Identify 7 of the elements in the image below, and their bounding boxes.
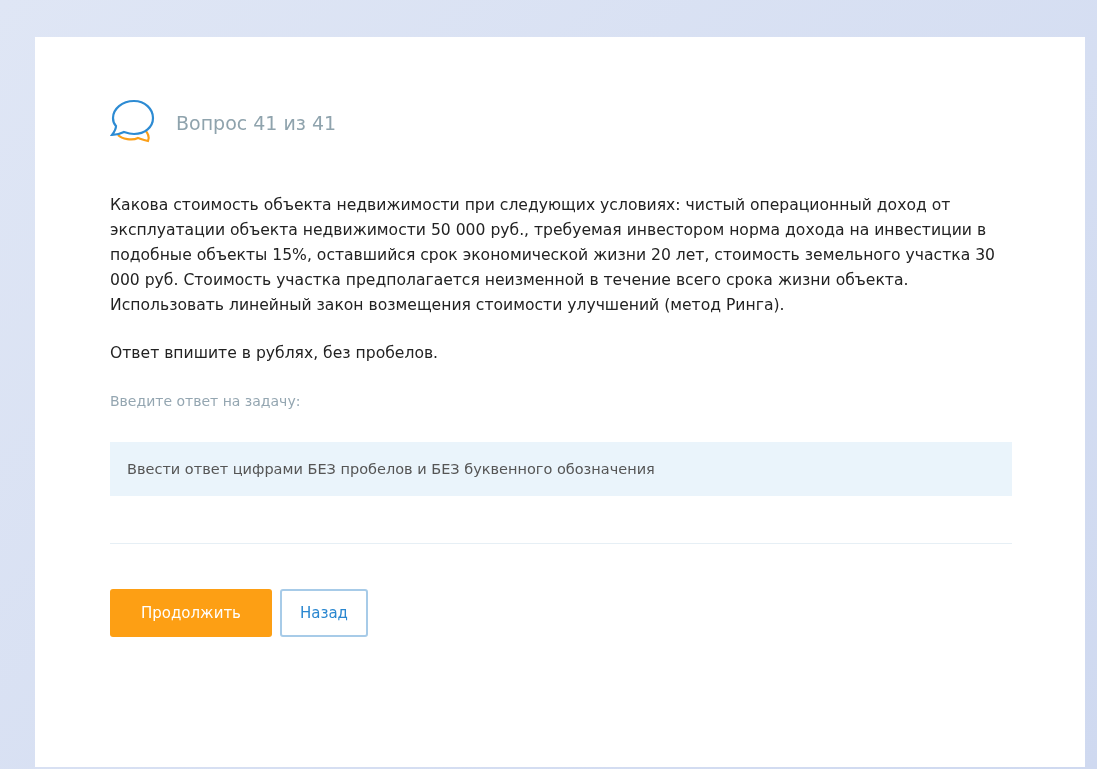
back-button[interactable]: Назад [279, 589, 368, 638]
answer-field[interactable]: Ввести ответ цифрами БЕЗ пробелов и БЕЗ буквенного обозначения [110, 442, 1012, 497]
answer-instruction: Ответ впишите в рублях, без пробелов. [110, 343, 440, 364]
answer-label: Введите ответ на задачу: [110, 392, 302, 412]
continue-button[interactable]: Продолжить [110, 589, 272, 638]
question-text: Какова стоимость объекта недвижимости при следующих условиях: чистый операционный доход от эксплуатации объекта недвижимости 50 000 руб., требуемая инвестором норма дохода на инвестиции в подобные объекты 15%, оставшийся срок экономической жизни 20 лет, стоимость земельного участка 30 000 руб. Стоимость участка предполагается неизменной в течение всего срока жизни объекта. Использовать линейный закон возмещения стоимости улучшений (метод Ринга). [110, 195, 997, 316]
question-counter: Вопрос 41 из 41 [176, 110, 337, 136]
